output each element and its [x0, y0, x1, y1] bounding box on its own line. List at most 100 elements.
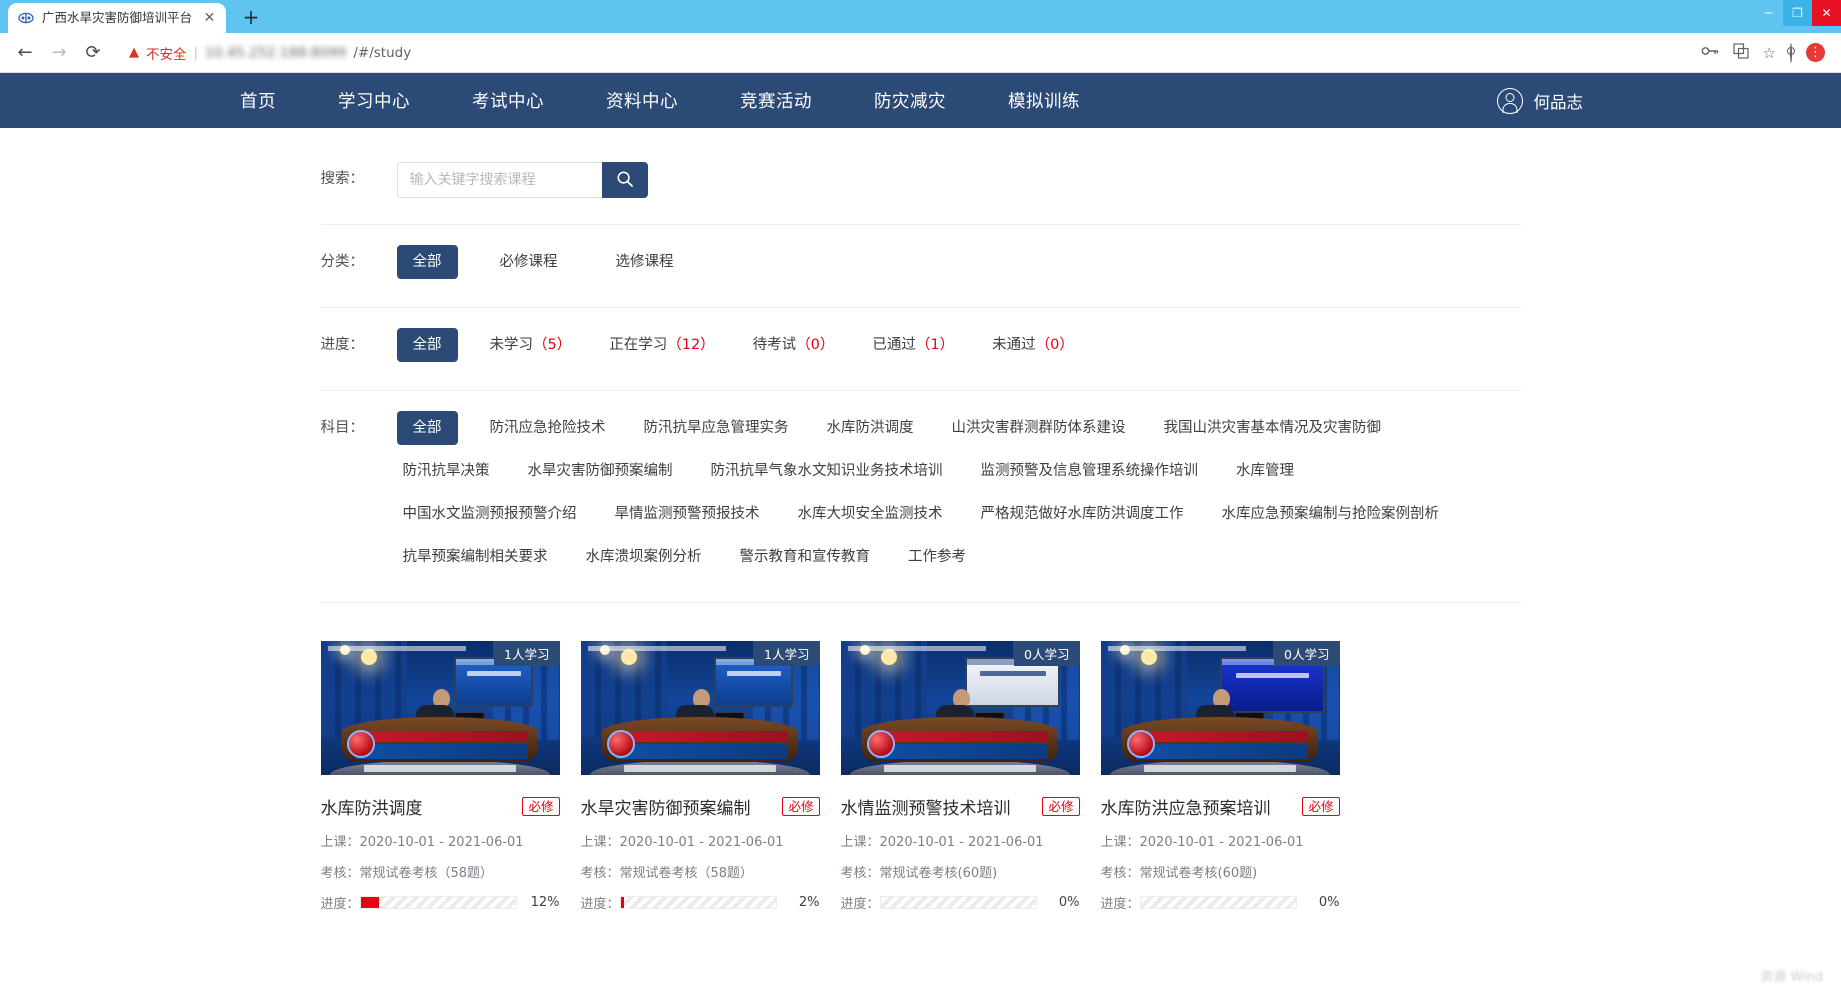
course-title[interactable]: 水情监测预警技术培训: [841, 794, 1011, 819]
progress-chip-passed[interactable]: 已通过（1）: [866, 328, 960, 362]
course-schedule-label: 上课：: [1101, 835, 1140, 850]
progress-chip-not-started[interactable]: 未学习（5）: [484, 328, 578, 362]
progress-filter-row: 进度： 全部 未学习（5） 正在学习（12） 待考试（0） 已通过（1） 未通过…: [321, 308, 1521, 391]
progress-label: 进度：: [321, 328, 397, 362]
browser-window: 广西水旱灾害防御培训平台 ✕ + ─ ❐ ✕ ← → ⟳ ▲ 不安全 | 10.…: [0, 0, 1841, 988]
subject-chip-9[interactable]: 监测预警及信息管理系统操作培训: [975, 454, 1205, 488]
nav-item-home[interactable]: 首页: [209, 88, 307, 113]
course-progress-label: 进度：: [581, 893, 620, 912]
chip-count: （5）: [533, 337, 571, 353]
subject-chip-3[interactable]: 水库防洪调度: [821, 411, 920, 445]
search-wrap: [397, 162, 648, 198]
address-bar[interactable]: ▲ 不安全 | 10.45.252.188:8099/#/study: [119, 39, 1697, 67]
maximize-button[interactable]: ❐: [1783, 0, 1812, 26]
nav-item-competition[interactable]: 竞赛活动: [709, 88, 843, 113]
progress-chip-all[interactable]: 全部: [397, 328, 458, 362]
course-schedule-label: 上课：: [841, 835, 880, 850]
progress-bar: [880, 896, 1037, 909]
subject-chip-4[interactable]: 山洪灾害群测群防体系建设: [946, 411, 1132, 445]
nav-item-study-center[interactable]: 学习中心: [307, 88, 441, 113]
course-exam-value: 常规试卷考核(60题): [1140, 866, 1258, 881]
course-progress: 进度： 2%: [581, 893, 820, 912]
course-progress-label: 进度：: [1101, 893, 1140, 912]
course-title-row: 水库防洪应急预案培训 必修: [1101, 794, 1340, 819]
course-title[interactable]: 水库防洪调度: [321, 794, 423, 819]
watermark: 资源 Wind: [1760, 966, 1823, 985]
chip-text: 未通过: [992, 337, 1036, 353]
category-chip-required[interactable]: 必修课程: [484, 245, 574, 279]
subject-chip-16[interactable]: 抗旱预案编制相关要求: [397, 540, 554, 574]
profile-icon[interactable]: [1790, 43, 1792, 63]
subject-chip-2[interactable]: 防汛抗旱应急管理实务: [638, 411, 795, 445]
subject-chip-0[interactable]: 全部: [397, 411, 458, 445]
nav-item-simulation-training[interactable]: 模拟训练: [977, 88, 1111, 113]
new-tab-button[interactable]: +: [237, 4, 265, 32]
user-menu[interactable]: 何品志: [1497, 88, 1584, 114]
course-progress-label: 进度：: [841, 893, 880, 912]
course-exam: 考核：常规试卷考核（58题）: [581, 862, 820, 881]
security-label: 不安全: [146, 43, 187, 63]
search-input[interactable]: [397, 162, 602, 198]
nav-item-resource-center[interactable]: 资料中心: [575, 88, 709, 113]
nav-item-exam-center[interactable]: 考试中心: [441, 88, 575, 113]
search-icon: [616, 170, 634, 191]
subject-chip-10[interactable]: 水库管理: [1230, 454, 1300, 488]
course-exam: 考核：常规试卷考核(60题): [1101, 862, 1340, 881]
star-icon[interactable]: ☆: [1763, 44, 1776, 62]
subject-chip-11[interactable]: 中国水文监测预报预警介绍: [397, 497, 583, 531]
nav-item-disaster-reduction[interactable]: 防灾减灾: [843, 88, 977, 113]
forward-icon[interactable]: →: [44, 38, 74, 68]
minimize-button[interactable]: ─: [1754, 0, 1783, 26]
subject-chip-18[interactable]: 警示教育和宣传教育: [734, 540, 877, 574]
web-page: 首页 学习中心 考试中心 资料中心 竞赛活动 防灾减灾 模拟训练 何品志 搜索：: [0, 73, 1841, 987]
study-count-badge: 1人学习: [754, 641, 819, 666]
subject-chip-5[interactable]: 我国山洪灾害基本情况及灾害防御: [1158, 411, 1388, 445]
url-host: 10.45.252.188:8099: [205, 45, 346, 61]
category-chip-all[interactable]: 全部: [397, 245, 458, 279]
close-tab-icon[interactable]: ✕: [201, 10, 218, 27]
progress-bar: [620, 896, 777, 909]
subject-chip-7[interactable]: 水旱灾害防御预案编制: [522, 454, 679, 488]
progress-chip-pending-exam[interactable]: 待考试（0）: [747, 328, 841, 362]
subject-chip-8[interactable]: 防汛抗旱气象水文知识业务技术培训: [705, 454, 949, 488]
course-title[interactable]: 水旱灾害防御预案编制: [581, 794, 751, 819]
progress-chip-in-progress[interactable]: 正在学习（12）: [603, 328, 720, 362]
subject-chip-17[interactable]: 水库溃坝案例分析: [580, 540, 708, 574]
site-top-nav: 首页 学习中心 考试中心 资料中心 竞赛活动 防灾减灾 模拟训练 何品志: [0, 73, 1841, 128]
reload-icon[interactable]: ⟳: [78, 38, 108, 68]
course-schedule-value: 2020-10-01 - 2021-06-01: [1140, 835, 1304, 850]
subject-chip-13[interactable]: 水库大坝安全监测技术: [792, 497, 949, 531]
subject-chip-15[interactable]: 水库应急预案编制与抢险案例剖析: [1216, 497, 1446, 531]
course-exam-value: 常规试卷考核(60题): [880, 866, 998, 881]
subject-chip-12[interactable]: 旱情监测预警预报技术: [609, 497, 766, 531]
course-exam-value: 常规试卷考核（58题）: [620, 866, 754, 881]
course-title[interactable]: 水库防洪应急预案培训: [1101, 794, 1271, 819]
translate-icon[interactable]: [1733, 43, 1749, 63]
course-thumbnail[interactable]: 1人学习: [321, 641, 560, 775]
category-chip-elective[interactable]: 选修课程: [600, 245, 690, 279]
chip-text: 已通过: [872, 337, 916, 353]
subject-chip-14[interactable]: 严格规范做好水库防洪调度工作: [975, 497, 1190, 531]
url-path: /#/study: [353, 45, 411, 61]
course-progress-percent: 0%: [1306, 895, 1340, 910]
search-button[interactable]: [602, 162, 648, 198]
close-window-button[interactable]: ✕: [1812, 0, 1841, 26]
chip-text: 正在学习: [609, 337, 667, 353]
course-progress: 进度： 0%: [841, 893, 1080, 912]
course-progress-percent: 12%: [526, 895, 560, 910]
course-progress: 进度： 12%: [321, 893, 560, 912]
key-icon[interactable]: [1701, 44, 1719, 62]
study-count-badge: 0人学习: [1014, 641, 1079, 666]
course-progress: 进度： 0%: [1101, 893, 1340, 912]
chrome-menu-icon[interactable]: ⋮: [1806, 43, 1825, 62]
back-icon[interactable]: ←: [10, 38, 40, 68]
course-thumbnail[interactable]: 0人学习: [1101, 641, 1340, 775]
subject-chip-1[interactable]: 防汛应急抢险技术: [484, 411, 612, 445]
course-thumbnail[interactable]: 0人学习: [841, 641, 1080, 775]
progress-chip-failed[interactable]: 未通过（0）: [986, 328, 1080, 362]
course-thumbnail[interactable]: 1人学习: [581, 641, 820, 775]
progress-options: 全部 未学习（5） 正在学习（12） 待考试（0） 已通过（1） 未通过（0）: [397, 328, 1521, 371]
subject-chip-6[interactable]: 防汛抗旱决策: [397, 454, 496, 488]
subject-chip-19[interactable]: 工作参考: [902, 540, 972, 574]
browser-tab[interactable]: 广西水旱灾害防御培训平台 ✕: [8, 3, 226, 33]
